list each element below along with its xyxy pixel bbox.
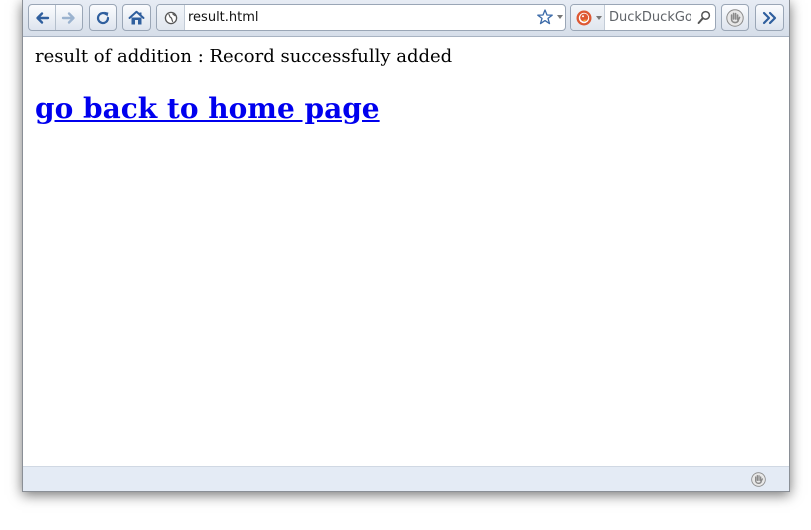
result-message: result of addition : Record successfully… bbox=[35, 46, 453, 67]
star-icon[interactable] bbox=[536, 8, 554, 26]
hand-stop-icon[interactable] bbox=[751, 472, 766, 487]
back-forward-group bbox=[28, 4, 83, 31]
home-button[interactable] bbox=[122, 4, 151, 31]
magnifier-icon[interactable] bbox=[697, 10, 711, 25]
search-bar[interactable] bbox=[570, 4, 716, 31]
back-button[interactable] bbox=[29, 5, 55, 30]
status-bar bbox=[23, 466, 789, 491]
search-input[interactable] bbox=[609, 8, 691, 27]
page-content: result of addition : Record successfully… bbox=[23, 38, 789, 466]
url-bar[interactable] bbox=[156, 4, 566, 31]
back-arrow-icon bbox=[36, 11, 50, 24]
toolbar-overflow-button[interactable] bbox=[755, 4, 784, 31]
reload-button[interactable] bbox=[89, 4, 117, 31]
chevron-down-icon bbox=[596, 16, 602, 20]
forward-button[interactable] bbox=[56, 5, 82, 30]
navigation-toolbar bbox=[23, 0, 789, 37]
site-identity-button[interactable] bbox=[157, 5, 185, 30]
forward-arrow-icon bbox=[61, 11, 75, 24]
search-engine-button[interactable] bbox=[571, 5, 605, 30]
home-page-link[interactable]: go back to home page bbox=[35, 92, 380, 125]
adblock-button[interactable] bbox=[721, 4, 749, 31]
url-input[interactable] bbox=[188, 8, 518, 27]
globe-icon bbox=[164, 11, 177, 24]
duckduckgo-icon bbox=[576, 10, 592, 26]
hand-stop-icon bbox=[726, 8, 744, 27]
chevron-double-right-icon bbox=[762, 11, 776, 24]
browser-window: result of addition : Record successfully… bbox=[22, 0, 790, 492]
chevron-down-icon[interactable] bbox=[557, 15, 563, 19]
reload-icon bbox=[96, 11, 110, 24]
home-icon bbox=[128, 10, 145, 24]
